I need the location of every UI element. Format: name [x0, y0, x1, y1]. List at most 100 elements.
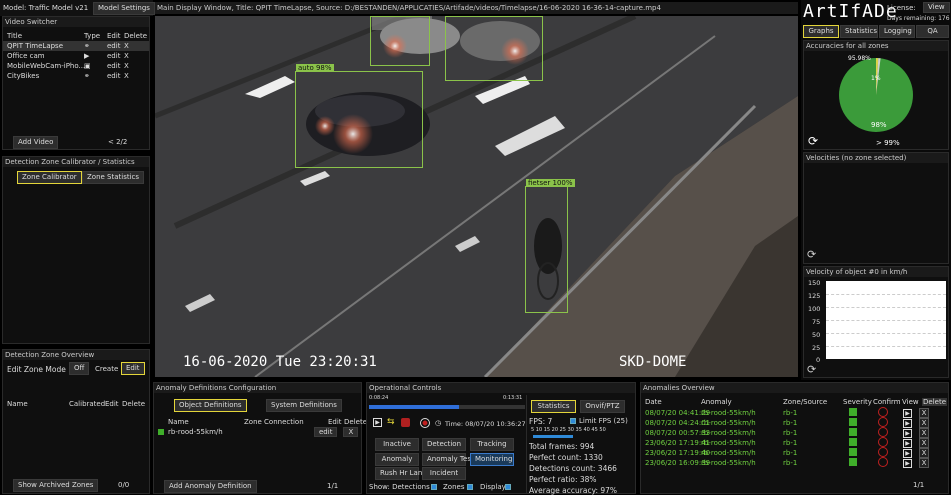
loading-icon: ⟳ [807, 248, 817, 261]
view-icon[interactable]: ▶ [903, 408, 912, 418]
zone-calibrator-button[interactable]: Zone Calibrator [17, 171, 82, 184]
play-icon[interactable]: ▶ [373, 418, 382, 427]
anomalies-overview-panel: Anomalies Overview Date Anomaly Zone/Sou… [640, 382, 949, 494]
view-icon[interactable]: ▶ [903, 428, 912, 438]
detection-box[interactable]: auto 98% [295, 64, 423, 168]
add-video-button[interactable]: Add Video [13, 136, 59, 149]
delete-button[interactable]: X [124, 42, 129, 50]
delete-button[interactable]: X [124, 62, 129, 70]
anomalies-header: Date Anomaly Zone/Source Severity Confir… [645, 397, 947, 407]
view-icon[interactable]: ▶ [903, 458, 912, 468]
limit-fps-checkbox[interactable] [570, 418, 576, 424]
detection-box[interactable] [445, 16, 543, 81]
rush-hour-lane-button[interactable]: Rush Hr Lane [375, 467, 427, 480]
delete-button[interactable]: X [919, 428, 929, 438]
y-tick: 125 [808, 292, 821, 300]
confirm-icon[interactable] [878, 427, 888, 437]
incident-button[interactable]: Incident [422, 467, 466, 480]
object-definitions-tab[interactable]: Object Definitions [174, 399, 247, 412]
detection-box[interactable] [370, 16, 430, 66]
monitoring-button[interactable]: Monitoring [470, 453, 514, 466]
velocity-object-title: Velocity of object #0 in km/h [804, 267, 948, 277]
delete-button[interactable]: X [343, 427, 359, 437]
page-indicator[interactable]: < 2/2 [108, 138, 127, 146]
switcher-row[interactable]: CityBikes ⚭ edit X [3, 71, 149, 81]
switcher-row[interactable]: MobileWebCam-iPho... ▣ edit X [3, 61, 149, 71]
confirm-icon[interactable] [878, 457, 888, 467]
onvif-ptz-tab[interactable]: Onvif/PTZ [580, 400, 625, 413]
graphs-tab[interactable]: Graphs [803, 25, 839, 38]
add-anomaly-definition-button[interactable]: Add Anomaly Definition [164, 480, 257, 493]
confirm-icon[interactable] [878, 437, 888, 447]
qa-tab[interactable]: QA [916, 25, 949, 38]
switcher-row[interactable]: QPIT TimeLapse ⚭ edit X [3, 41, 149, 51]
delete-button[interactable]: X [919, 408, 929, 418]
view-icon[interactable]: ▶ [903, 438, 912, 448]
anomaly-button[interactable]: Anomaly [375, 453, 419, 466]
anomaly-name: rb-rood-55km/h [701, 459, 756, 467]
detection-box[interactable]: fietser 100% [525, 179, 575, 313]
edit-button[interactable]: edit [107, 42, 124, 50]
display-checkbox[interactable] [505, 484, 511, 490]
video-display[interactable]: auto 98% fietser 100% 16-06-2020 Tue 23:… [155, 16, 798, 377]
detections-checkbox[interactable] [431, 484, 437, 490]
loop-icon[interactable]: ⇆ [387, 417, 395, 427]
edit-button[interactable]: edit [107, 62, 124, 70]
mode-create-button[interactable]: Create [95, 365, 118, 373]
detection-label: auto 98% [296, 64, 334, 72]
video-switcher-title: Video Switcher [3, 17, 149, 27]
edit-button[interactable]: edit [314, 427, 338, 437]
col-date: Date [645, 398, 662, 406]
license-view-button[interactable]: View [923, 2, 950, 13]
view-icon[interactable]: ▶ [903, 448, 912, 458]
seek-bar[interactable] [369, 405, 525, 409]
statistics-tab[interactable]: Statistics [531, 400, 576, 413]
edit-button[interactable]: edit [107, 52, 124, 60]
camera-icon: ▣ [84, 62, 91, 70]
delete-button[interactable]: X [124, 72, 129, 80]
model-settings-button[interactable]: Model Settings [93, 2, 155, 15]
delete-button[interactable]: X [919, 438, 929, 448]
definition-row[interactable]: rb-rood-55km/h edit X [158, 427, 359, 437]
edit-button[interactable]: edit [107, 72, 124, 80]
statistics-tab[interactable]: Statistics [840, 25, 878, 38]
mode-edit-button[interactable]: Edit [121, 362, 145, 375]
anomaly-name: rb-rood-55km/h [701, 439, 756, 447]
camera-name-overlay: SKD-DOME [619, 354, 687, 370]
refresh-icon[interactable]: ⟳ [808, 134, 818, 148]
mode-off-button[interactable]: Off [69, 362, 90, 375]
system-definitions-tab[interactable]: System Definitions [266, 399, 342, 412]
anomaly-zone: rb-1 [783, 429, 798, 437]
anomaly-name: rb-rood-55km/h [701, 449, 756, 457]
col-title: Title [7, 32, 23, 40]
anomaly-test-button[interactable]: Anomaly Test [422, 453, 474, 466]
record-icon[interactable] [420, 418, 430, 428]
stop-icon[interactable] [401, 418, 410, 427]
anomaly-row[interactable]: 23/06/20 16:09:39 rb-rood-55km/h rb-1 ▶ X [645, 457, 929, 468]
fps-slider[interactable] [533, 435, 573, 438]
delete-button[interactable]: X [919, 458, 929, 468]
logging-tab[interactable]: Logging [879, 25, 915, 38]
delete-button[interactable]: X [124, 52, 129, 60]
zone-statistics-button[interactable]: Zone Statistics [82, 171, 145, 184]
zones-checkbox[interactable] [467, 484, 473, 490]
confirm-icon[interactable] [878, 407, 888, 417]
detection-button[interactable]: Detection [422, 438, 466, 451]
perfect-ratio: Perfect ratio: 38% [529, 475, 597, 484]
timestamp-overlay: 16-06-2020 Tue 23:20:31 [183, 354, 377, 370]
link-icon: ⚭ [84, 42, 90, 50]
switcher-row[interactable]: Office cam ▶ edit X [3, 51, 149, 61]
tracking-button[interactable]: Tracking [470, 438, 514, 451]
delete-button[interactable]: X [919, 418, 929, 428]
show-archived-zones-button[interactable]: Show Archived Zones [13, 479, 99, 492]
confirm-icon[interactable] [878, 447, 888, 457]
col-edit: Edit [107, 32, 121, 40]
definitions-page: 1/1 [327, 482, 339, 490]
edit-zone-mode-label: Edit Zone Mode [7, 365, 66, 374]
calibrator-panel: Detection Zone Calibrator / Statistics Z… [2, 156, 150, 344]
y-tick: 150 [808, 279, 821, 287]
view-icon[interactable]: ▶ [903, 418, 912, 428]
delete-button[interactable]: X [919, 448, 929, 458]
confirm-icon[interactable] [878, 417, 888, 427]
inactive-button[interactable]: Inactive [375, 438, 419, 451]
